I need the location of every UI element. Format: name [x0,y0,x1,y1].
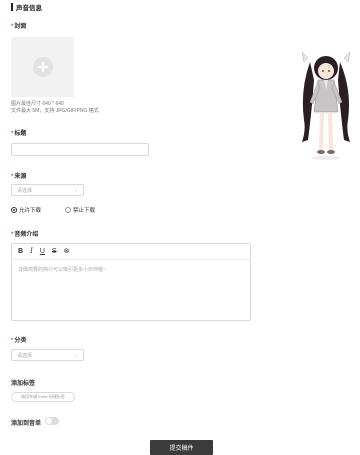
title-input[interactable] [11,143,149,156]
cover-hint-size: 图片最佳尺寸 640 * 640 [11,101,64,107]
chevron-down-icon: ⌄ [73,187,78,193]
chevron-down-icon: ⌄ [73,352,78,358]
cover-upload-box[interactable] [11,37,74,97]
radio-forbid-label: 禁止下载 [73,208,96,214]
radio-forbid-download[interactable] [65,207,72,213]
plus-icon [32,57,53,77]
link-icon[interactable]: ⊗ [64,248,70,255]
italic-button[interactable]: I [30,248,33,255]
strikethrough-button[interactable]: S [52,248,57,255]
tags-label: 添加标签 [11,381,36,387]
source-select-placeholder: 请选择 [17,187,33,194]
playlist-toggle[interactable] [45,417,59,425]
download-radio-group: 允许下载 禁止下载 [11,206,95,214]
category-select-placeholder: 请选择 [17,352,33,359]
intro-label: *音频介绍 [11,232,39,238]
editor-placeholder: 详细简要的简介可以吸引更多小伙伴喔~ [18,267,106,273]
bold-button[interactable]: B [18,248,23,255]
cover-label: *封面 [11,24,27,30]
section-header: 声音信息 [11,2,42,12]
section-bar [11,3,13,11]
section-title: 声音信息 [16,5,42,12]
tag-input[interactable]: 按回车键 Enter 创建标签 [11,392,75,402]
cover-hint-format: 文件最大 5M，支持 JPG/GIF/PNG 格式 [11,108,99,114]
editor-toolbar: B I U S ⊗ [12,244,250,260]
title-label: *标题 [11,131,27,137]
submit-button[interactable]: 提交稿件 [150,440,213,455]
category-label: *分类 [11,338,27,344]
radio-allow-download[interactable] [11,207,17,213]
intro-editor[interactable]: B I U S ⊗ 详细简要的简介可以吸引更多小伙伴喔~ [11,243,251,321]
source-label: *来源 [11,174,27,180]
radio-allow-label: 允许下载 [19,208,42,214]
underline-button[interactable]: U [40,248,45,255]
character-illustration [301,51,351,160]
category-select[interactable]: 请选择 ⌄ [11,349,84,361]
playlist-label: 添加到音单 [11,421,42,427]
source-select[interactable]: 请选择 ⌄ [11,184,84,196]
